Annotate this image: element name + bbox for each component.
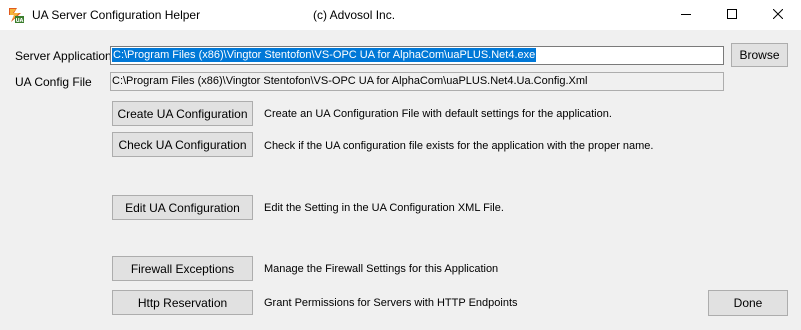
server-application-value: C:\Program Files (x86)\Vingtor Stentofon… bbox=[112, 48, 537, 62]
server-application-label: Server Application bbox=[15, 49, 112, 63]
ua-config-file-field[interactable]: C:\Program Files (x86)\Vingtor Stentofon… bbox=[110, 72, 724, 91]
done-button[interactable]: Done bbox=[708, 290, 788, 316]
create-ua-configuration-button[interactable]: Create UA Configuration bbox=[112, 101, 253, 126]
firewall-exceptions-button[interactable]: Firewall Exceptions bbox=[112, 256, 253, 281]
http-reservation-button[interactable]: Http Reservation bbox=[112, 290, 253, 315]
close-button[interactable] bbox=[755, 0, 801, 30]
firewall-exceptions-description: Manage the Firewall Settings for this Ap… bbox=[264, 263, 499, 275]
maximize-icon bbox=[727, 8, 737, 22]
company-label: (c) Advosol Inc. bbox=[313, 8, 396, 22]
edit-ua-configuration-button[interactable]: Edit UA Configuration bbox=[112, 195, 253, 220]
ua-app-icon: UA bbox=[8, 7, 24, 24]
ua-config-file-label: UA Config File bbox=[15, 75, 92, 89]
svg-text:UA: UA bbox=[16, 18, 24, 23]
edit-ua-configuration-description: Edit the Setting in the UA Configuration… bbox=[264, 202, 504, 214]
http-reservation-description: Grant Permissions for Servers with HTTP … bbox=[264, 297, 518, 309]
browse-button[interactable]: Browse bbox=[731, 43, 788, 67]
minimize-icon bbox=[681, 8, 691, 22]
title-bar[interactable]: UA UA Server Configuration Helper (c) Ad… bbox=[0, 0, 801, 30]
server-application-input[interactable]: C:\Program Files (x86)\Vingtor Stentofon… bbox=[110, 46, 724, 65]
maximize-button[interactable] bbox=[709, 0, 755, 30]
close-icon bbox=[772, 8, 784, 22]
main-window: UA UA Server Configuration Helper (c) Ad… bbox=[0, 0, 801, 330]
window-title: UA Server Configuration Helper bbox=[32, 8, 201, 22]
create-ua-configuration-description: Create an UA Configuration File with def… bbox=[264, 108, 612, 120]
check-ua-configuration-button[interactable]: Check UA Configuration bbox=[112, 132, 253, 157]
minimize-button[interactable] bbox=[663, 0, 709, 30]
ua-config-file-value: C:\Program Files (x86)\Vingtor Stentofon… bbox=[112, 75, 588, 87]
check-ua-configuration-description: Check if the UA configuration file exist… bbox=[264, 140, 654, 152]
